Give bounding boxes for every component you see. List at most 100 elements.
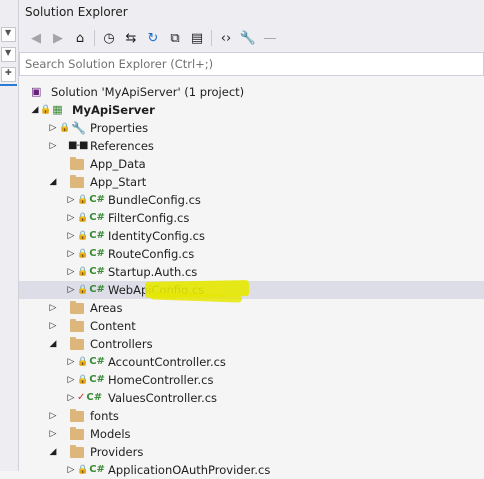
- item-label: RouteConfig.cs: [108, 247, 195, 261]
- item-label: References: [90, 139, 154, 153]
- tree-item-routeconfig[interactable]: ▷ 🔒 C# RouteConfig.cs: [19, 245, 484, 263]
- collapsed-arrow-icon[interactable]: ▷: [47, 425, 59, 443]
- tree-item-areas[interactable]: ▷ Areas: [19, 299, 484, 317]
- lock-icon: 🔒: [77, 465, 89, 475]
- collapsed-arrow-icon[interactable]: ▷: [65, 227, 77, 245]
- accent-line: [0, 84, 17, 86]
- lock-icon: 🔒: [77, 285, 89, 295]
- plus-icon: ✚: [5, 68, 12, 77]
- properties-icon[interactable]: 🔧: [237, 27, 259, 49]
- search-input[interactable]: Search Solution Explorer (Ctrl+;): [19, 52, 484, 76]
- collapsed-arrow-icon[interactable]: ▷: [65, 461, 77, 479]
- collapsed-arrow-icon[interactable]: ▷: [47, 119, 59, 137]
- collapsed-arrow-icon[interactable]: ▷: [65, 389, 77, 407]
- collapsed-arrow-icon[interactable]: ▷: [65, 245, 77, 263]
- lock-icon: 🔒: [59, 123, 71, 133]
- solution-node[interactable]: ▣ Solution 'MyApiServer' (1 project): [19, 83, 484, 101]
- csharp-file-icon: C#: [89, 356, 105, 367]
- lock-icon: 🔒: [77, 357, 89, 367]
- item-label: Startup.Auth.cs: [108, 265, 198, 279]
- collapse-icon[interactable]: ⧉: [164, 27, 186, 49]
- tree-item-models[interactable]: ▷ Models: [19, 425, 484, 443]
- tree-item-filterconfig[interactable]: ▷ 🔒 C# FilterConfig.cs: [19, 209, 484, 227]
- lock-icon: 🔒: [40, 105, 52, 115]
- collapsed-arrow-icon[interactable]: ▷: [65, 263, 77, 281]
- item-label: ApplicationOAuthProvider.cs: [108, 463, 271, 477]
- solution-explorer-panel: Solution Explorer ◀ ▶ ⌂ ◷ ⇆ ↻ ⧉ ▤ ‹› 🔧 —…: [19, 0, 484, 477]
- folder-icon: [70, 336, 84, 350]
- collapsed-arrow-icon[interactable]: ▷: [65, 353, 77, 371]
- tree-item-app-start[interactable]: ◢ App_Start: [19, 173, 484, 191]
- lock-icon: 🔒: [77, 195, 89, 205]
- expanded-arrow-icon[interactable]: ◢: [47, 335, 59, 353]
- solution-icon: ▣: [31, 85, 42, 98]
- tree-item-startup-auth[interactable]: ▷ 🔒 C# Startup.Auth.cs: [19, 263, 484, 281]
- show-all-icon[interactable]: ▤: [186, 27, 208, 49]
- tree-item-webapiconfig[interactable]: ▷ 🔒C# WebApiConfig.cs: [19, 281, 484, 299]
- tree-item-fonts[interactable]: ▷ fonts: [19, 407, 484, 425]
- collapsed-arrow-icon[interactable]: ▷: [47, 137, 59, 155]
- forward-icon[interactable]: ▶: [47, 27, 69, 49]
- folder-icon: [70, 300, 84, 314]
- expanded-arrow-icon[interactable]: ◢: [47, 443, 59, 461]
- collapsed-arrow-icon[interactable]: ▷: [65, 209, 77, 227]
- tree-item-accountcontroller[interactable]: ▷ 🔒 C# AccountController.cs: [19, 353, 484, 371]
- toolbar-separator: [211, 30, 212, 46]
- project-node[interactable]: ◢ 🔒 ▦ MyApiServer: [19, 101, 484, 119]
- item-label: fonts: [90, 409, 119, 423]
- item-label: FilterConfig.cs: [108, 211, 190, 225]
- tree-item-valuescontroller[interactable]: ▷ ✓ C# ValuesController.cs: [19, 389, 484, 407]
- lock-icon: 🔒: [77, 267, 89, 277]
- sync-icon[interactable]: ⇆: [120, 27, 142, 49]
- csharp-file-icon: C#: [89, 374, 105, 385]
- tree-item-identityconfig[interactable]: ▷ 🔒 C# IdentityConfig.cs: [19, 227, 484, 245]
- csharp-file-icon: C#: [89, 464, 105, 475]
- folder-icon: [70, 174, 84, 188]
- lock-icon: 🔒: [77, 375, 89, 385]
- refresh-icon[interactable]: ↻: [142, 27, 164, 49]
- item-label: Models: [90, 427, 131, 441]
- csharp-file-icon: C#: [89, 284, 105, 295]
- item-label: Controllers: [90, 337, 153, 351]
- csharp-file-icon: C#: [89, 212, 105, 223]
- item-label: BundleConfig.cs: [108, 193, 201, 207]
- back-icon[interactable]: ◀: [25, 27, 47, 49]
- expanded-arrow-icon[interactable]: ◢: [47, 173, 59, 191]
- wrench-icon: 🔧: [71, 121, 87, 135]
- item-label: Providers: [90, 445, 144, 459]
- item-label: AccountController.cs: [108, 355, 226, 369]
- csharp-file-icon: C#: [86, 392, 103, 403]
- tree-item-bundleconfig[interactable]: ▷ 🔒 C# BundleConfig.cs: [19, 191, 484, 209]
- collapsed-arrow-icon[interactable]: ▷: [47, 299, 59, 317]
- tree-item-providers[interactable]: ◢ Providers: [19, 443, 484, 461]
- tree-item-controllers[interactable]: ◢ Controllers: [19, 335, 484, 353]
- left-editor-strip: ▼ ▼ ✚: [0, 0, 19, 471]
- tree-item-properties[interactable]: ▷ 🔒 🔧 Properties: [19, 119, 484, 137]
- tree-item-app-data[interactable]: App_Data: [19, 155, 484, 173]
- item-label: IdentityConfig.cs: [108, 229, 205, 243]
- collapsed-arrow-icon[interactable]: ▷: [47, 317, 59, 335]
- collapsed-arrow-icon[interactable]: ▷: [65, 281, 77, 299]
- csharp-file-icon: C#: [89, 248, 105, 259]
- code-icon[interactable]: ‹›: [215, 27, 237, 49]
- checkmark-icon: ✓: [77, 392, 86, 403]
- home-icon[interactable]: ⌂: [69, 27, 91, 49]
- lock-icon: 🔒: [77, 249, 89, 259]
- collapsed-arrow-icon[interactable]: ▷: [65, 191, 77, 209]
- panel-title: Solution Explorer: [19, 0, 484, 24]
- tree-item-homecontroller[interactable]: ▷ 🔒 C# HomeController.cs: [19, 371, 484, 389]
- csharp-file-icon: C#: [89, 266, 105, 277]
- tree-item-applicationoauthprovider[interactable]: ▷ 🔒 C# ApplicationOAuthProvider.cs: [19, 461, 484, 479]
- dropdown-box-2[interactable]: ▼: [1, 47, 16, 62]
- collapsed-arrow-icon[interactable]: ▷: [47, 407, 59, 425]
- split-icon[interactable]: ✚: [1, 67, 16, 82]
- tree-item-references[interactable]: ▷ ■-■ References: [19, 137, 484, 155]
- collapsed-arrow-icon[interactable]: ▷: [65, 371, 77, 389]
- dropdown-box[interactable]: ▼: [1, 27, 16, 42]
- item-label: Content: [90, 319, 136, 333]
- minus-icon[interactable]: —: [259, 27, 281, 49]
- folder-icon: [70, 318, 84, 332]
- item-label: Areas: [90, 301, 123, 315]
- history-icon[interactable]: ◷: [98, 27, 120, 49]
- tree-item-content[interactable]: ▷ Content: [19, 317, 484, 335]
